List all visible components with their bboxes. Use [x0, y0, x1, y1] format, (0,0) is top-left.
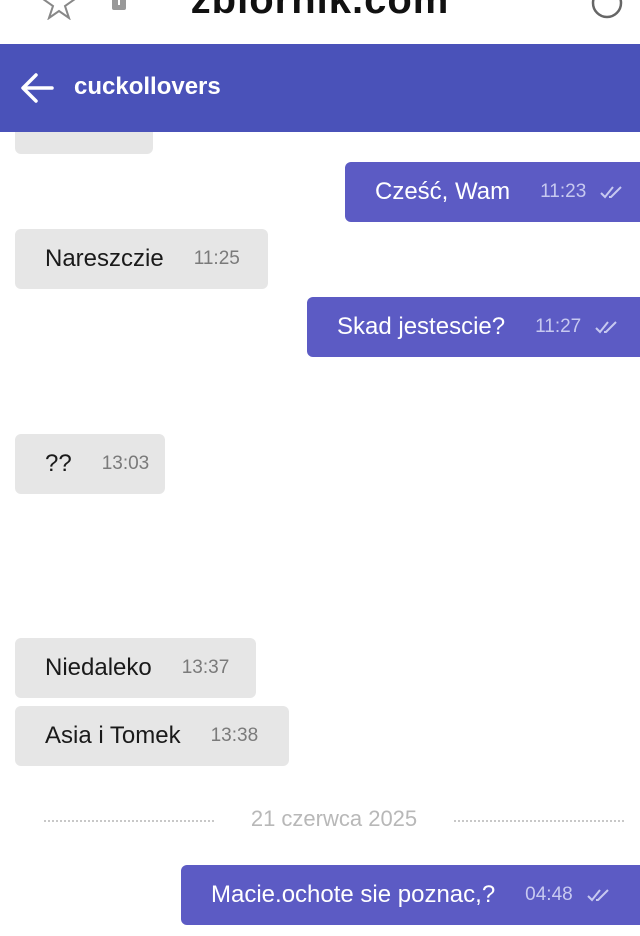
message-bubble-outgoing[interactable]: Skad jestescie? 11:27 [307, 297, 640, 357]
read-receipt-icon [587, 889, 609, 902]
message-text: Nareszczie [45, 245, 164, 272]
message-list[interactable]: Cześć, Wam 11:23 Nareszczie 11:25 Skad j… [0, 132, 640, 936]
message-bubble-incoming[interactable]: Nareszczie 11:25 [15, 229, 268, 289]
chat-header: cuckollovers [0, 44, 640, 132]
message-time: 13:38 [210, 725, 259, 746]
message-time: 11:23 [540, 181, 587, 202]
message-time: 04:48 [525, 884, 573, 905]
url-text[interactable]: zbiornik.com [0, 0, 640, 23]
chat-title[interactable]: cuckollovers [74, 73, 221, 101]
message-text: Niedaleko [45, 654, 152, 681]
message-bubble-outgoing[interactable]: Macie.ochote sie poznac,? 04:48 [181, 865, 640, 925]
message-text: Macie.ochote sie poznac,? [211, 881, 496, 908]
message-text: ?? [45, 450, 72, 477]
back-arrow-icon[interactable] [18, 70, 56, 106]
message-time: 13:03 [101, 453, 150, 474]
date-separator: 21 czerwca 2025 [44, 800, 624, 840]
message-text: Skad jestescie? [337, 313, 506, 340]
message-bubble-incoming[interactable]: Asia i Tomek 13:38 [15, 706, 289, 766]
message-text: Cześć, Wam [375, 178, 511, 205]
date-separator-label: 21 czerwca 2025 [250, 806, 418, 831]
tabs-icon[interactable] [590, 0, 624, 20]
message-time: 11:27 [535, 316, 582, 337]
message-bubble-partial [15, 132, 153, 154]
message-bubble-incoming[interactable]: ?? 13:03 [15, 434, 165, 494]
message-time: 11:25 [193, 248, 240, 269]
message-text: Asia i Tomek [45, 722, 181, 749]
read-receipt-icon [600, 186, 622, 199]
message-bubble-outgoing[interactable]: Cześć, Wam 11:23 [345, 162, 640, 222]
message-time: 13:37 [181, 657, 230, 678]
divider [454, 820, 624, 822]
read-receipt-icon [595, 321, 617, 334]
browser-bar: zbiornik.com [0, 0, 640, 44]
message-bubble-incoming[interactable]: Niedaleko 13:37 [15, 638, 256, 698]
